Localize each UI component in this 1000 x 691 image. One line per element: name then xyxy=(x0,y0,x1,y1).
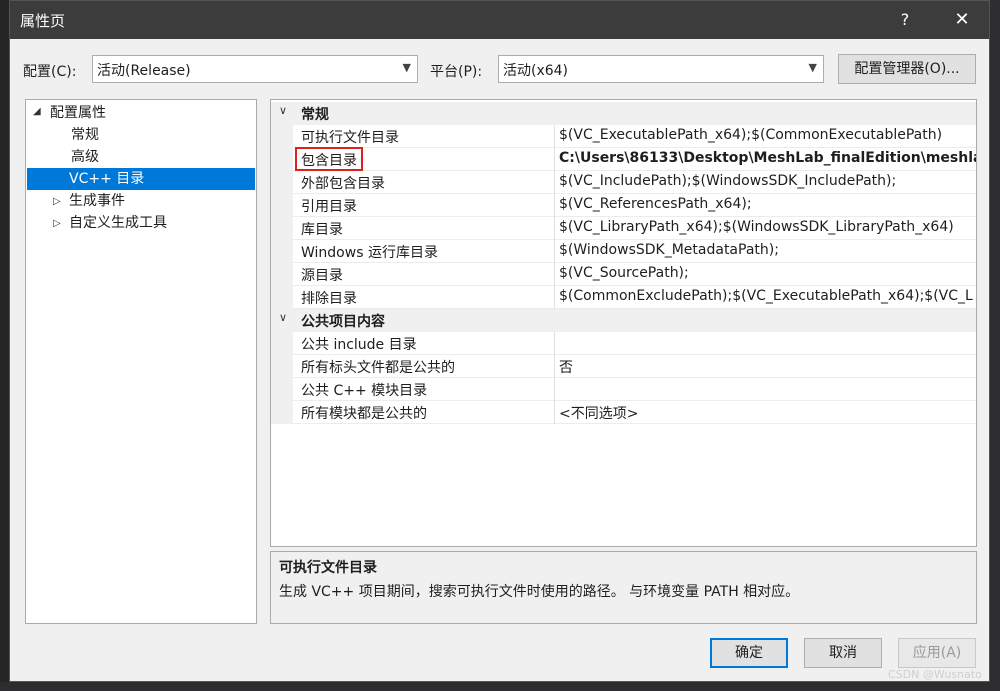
property-value: $(VC_SourcePath); xyxy=(559,265,689,281)
description-panel: 可执行文件目录 生成 VC++ 项目期间，搜索可执行文件时使用的路径。 与环境变… xyxy=(270,551,977,624)
property-value: <不同选项> xyxy=(559,406,639,422)
row-gutter xyxy=(271,171,293,194)
configuration-manager-button[interactable]: 配置管理器(O)... xyxy=(838,54,976,84)
property-name: 包含目录 xyxy=(301,153,357,169)
row-gutter xyxy=(271,355,293,378)
column-divider xyxy=(554,125,555,148)
tree-item-advanced[interactable]: 高级 xyxy=(69,146,101,168)
column-divider xyxy=(554,401,555,424)
property-row[interactable]: Windows 运行库目录 $(WindowsSDK_MetadataPath)… xyxy=(271,240,976,263)
category-name: 常规 xyxy=(301,107,329,123)
column-divider xyxy=(554,171,555,194)
platform-combo[interactable]: 活动(x64) ▼ xyxy=(498,55,824,83)
property-value: $(WindowsSDK_MetadataPath); xyxy=(559,242,779,258)
description-title: 可执行文件目录 xyxy=(279,560,377,576)
close-button[interactable]: ✕ xyxy=(945,7,979,33)
dialog-title: 属性页 xyxy=(20,12,66,30)
column-divider xyxy=(554,194,555,217)
expanded-triangle-icon[interactable]: ◢ xyxy=(33,106,41,117)
property-name: 外部包含目录 xyxy=(301,176,385,192)
property-pages-dialog: 属性页 ? ✕ 配置(C): 活动(Release) ▼ 平台(P): 活动(x… xyxy=(9,0,990,682)
collapsed-triangle-icon[interactable]: ▷ xyxy=(53,196,61,207)
row-gutter xyxy=(271,125,293,148)
property-name: 所有标头文件都是公共的 xyxy=(301,360,455,376)
row-gutter xyxy=(271,194,293,217)
tree-item-custom-build-tool[interactable]: 自定义生成工具 xyxy=(69,212,167,234)
property-row[interactable]: 源目录 $(VC_SourcePath); xyxy=(271,263,976,286)
property-row[interactable]: 库目录 $(VC_LibraryPath_x64);$(WindowsSDK_L… xyxy=(271,217,976,240)
category-common-project-content[interactable]: ∨ 公共项目内容 xyxy=(271,309,976,332)
title-bar: 属性页 ? ✕ xyxy=(10,1,989,39)
column-divider xyxy=(554,355,555,378)
category-general[interactable]: ∨ 常规 xyxy=(271,102,976,125)
column-divider xyxy=(554,217,555,240)
property-row[interactable]: 所有标头文件都是公共的 否 xyxy=(271,355,976,378)
configuration-label: 配置(C): xyxy=(23,64,77,80)
property-name: 可执行文件目录 xyxy=(301,130,399,146)
column-divider xyxy=(554,240,555,263)
property-row[interactable]: 所有模块都是公共的 <不同选项> xyxy=(271,401,976,424)
row-gutter xyxy=(271,148,293,171)
category-name: 公共项目内容 xyxy=(301,314,385,330)
chevron-down-icon: ∨ xyxy=(279,311,288,324)
configuration-value: 活动(Release) xyxy=(97,63,191,79)
property-value: $(VC_LibraryPath_x64);$(WindowsSDK_Libra… xyxy=(559,219,954,235)
platform-label: 平台(P): xyxy=(430,64,483,80)
row-gutter xyxy=(271,332,293,355)
property-value: $(CommonExcludePath);$(VC_ExecutablePath… xyxy=(559,288,973,304)
row-gutter xyxy=(271,378,293,401)
cancel-button[interactable]: 取消 xyxy=(804,638,882,668)
property-name: 库目录 xyxy=(301,222,343,238)
property-name: 所有模块都是公共的 xyxy=(301,406,427,422)
tree-item-vc-directories[interactable]: VC++ 目录 xyxy=(27,168,255,190)
help-button[interactable]: ? xyxy=(890,7,920,33)
property-tree: ◢ 配置属性 常规 高级 VC++ 目录 ▷ 生成事件 ▷ 自定义生成工具 xyxy=(25,99,257,624)
property-row[interactable]: 排除目录 $(CommonExcludePath);$(VC_Executabl… xyxy=(271,286,976,309)
column-divider xyxy=(554,286,555,309)
property-grid: ∨ 常规 可执行文件目录 $(VC_ExecutablePath_x64);$(… xyxy=(270,99,977,547)
column-divider xyxy=(554,263,555,286)
row-gutter xyxy=(271,263,293,286)
watermark-text: CSDN @Wusnato xyxy=(888,668,982,681)
property-name: 引用目录 xyxy=(301,199,357,215)
tree-item-config-properties[interactable]: 配置属性 xyxy=(50,102,106,124)
property-value: $(VC_ExecutablePath_x64);$(CommonExecuta… xyxy=(559,127,943,143)
tree-item-general[interactable]: 常规 xyxy=(69,124,101,146)
row-gutter xyxy=(271,286,293,309)
property-value: 否 xyxy=(559,360,573,376)
property-value: $(VC_ReferencesPath_x64); xyxy=(559,196,752,212)
property-name: 公共 include 目录 xyxy=(301,337,417,353)
property-row[interactable]: 外部包含目录 $(VC_IncludePath);$(WindowsSDK_In… xyxy=(271,171,976,194)
row-gutter xyxy=(271,240,293,263)
configuration-combo[interactable]: 活动(Release) ▼ xyxy=(92,55,418,83)
platform-value: 活动(x64) xyxy=(503,63,569,79)
column-divider xyxy=(554,332,555,355)
chevron-down-icon: ∨ xyxy=(279,104,288,117)
tree-item-build-events[interactable]: 生成事件 xyxy=(69,190,125,212)
background-editor-bottom xyxy=(0,682,1000,691)
property-row[interactable]: 可执行文件目录 $(VC_ExecutablePath_x64);$(Commo… xyxy=(271,125,976,148)
property-value: $(VC_IncludePath);$(WindowsSDK_IncludePa… xyxy=(559,173,897,189)
column-divider xyxy=(554,378,555,401)
property-name: 公共 C++ 模块目录 xyxy=(301,383,428,399)
property-name: 排除目录 xyxy=(301,291,357,307)
property-row[interactable]: 引用目录 $(VC_ReferencesPath_x64); xyxy=(271,194,976,217)
description-text: 生成 VC++ 项目期间，搜索可执行文件时使用的路径。 与环境变量 PATH 相… xyxy=(279,584,800,600)
chevron-down-icon: ▼ xyxy=(402,61,411,74)
chevron-down-icon: ▼ xyxy=(808,61,817,74)
property-row-include-directories[interactable]: 包含目录 C:\Users\86133\Desktop\MeshLab_fina… xyxy=(271,147,977,171)
property-row[interactable]: 公共 C++ 模块目录 xyxy=(271,378,976,401)
property-value: C:\Users\86133\Desktop\MeshLab_finalEdit… xyxy=(559,150,977,166)
column-divider xyxy=(554,148,555,171)
ok-button[interactable]: 确定 xyxy=(710,638,788,668)
apply-button[interactable]: 应用(A) xyxy=(898,638,976,668)
property-name: 源目录 xyxy=(301,268,343,284)
property-row[interactable]: 公共 include 目录 xyxy=(271,332,976,355)
row-gutter xyxy=(271,217,293,240)
collapsed-triangle-icon[interactable]: ▷ xyxy=(53,218,61,229)
row-gutter xyxy=(271,401,293,424)
property-name: Windows 运行库目录 xyxy=(301,245,438,261)
